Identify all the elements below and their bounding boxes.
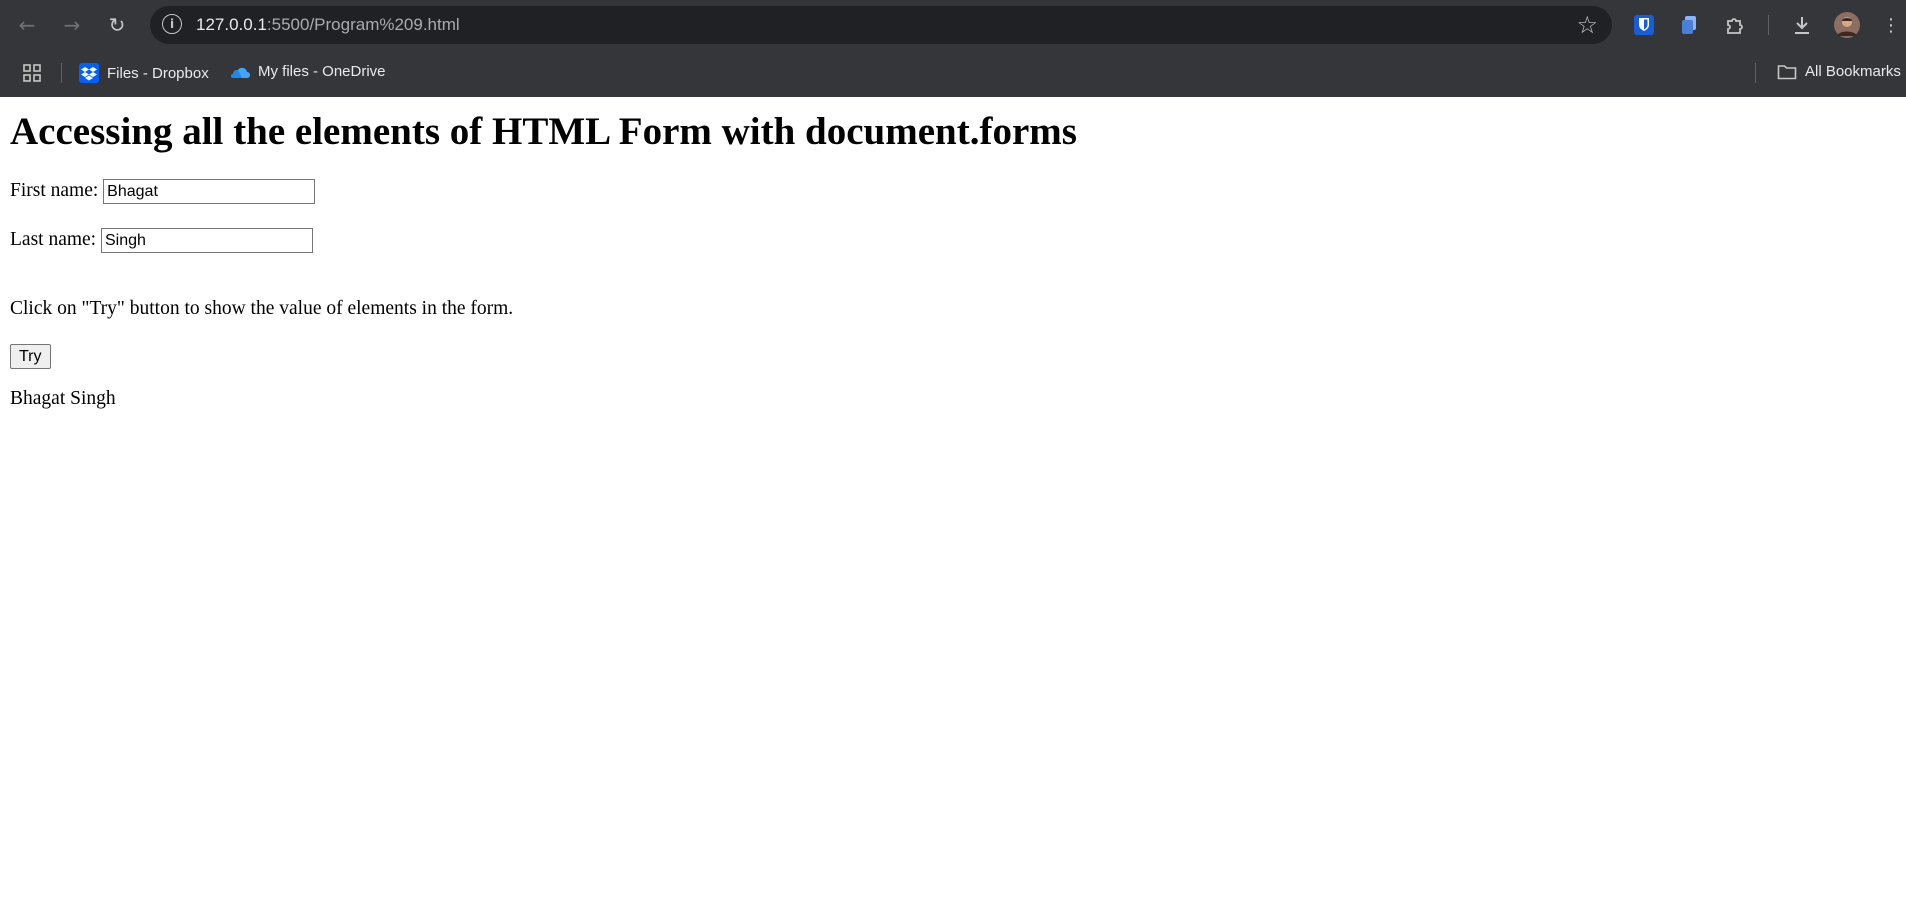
info-icon[interactable]: i xyxy=(162,14,182,34)
toolbar-divider xyxy=(1768,15,1769,35)
back-icon[interactable]: ← xyxy=(14,12,40,38)
instruction-text: Click on "Try" button to show the value … xyxy=(10,298,514,319)
last-name-row: Last name: xyxy=(10,228,313,253)
download-icon[interactable] xyxy=(1790,13,1814,37)
browser-chrome: ← → ↻ i 127.0.0.1:5500/Program%209.html … xyxy=(0,0,1906,97)
bookmark-onedrive[interactable]: My files - OneDrive xyxy=(228,63,386,80)
all-bookmarks-label: All Bookmarks xyxy=(1805,63,1901,80)
first-name-label: First name: xyxy=(10,179,99,201)
browser-toolbar: ← → ↻ i 127.0.0.1:5500/Program%209.html … xyxy=(0,0,1906,50)
first-name-input[interactable] xyxy=(103,179,316,204)
profile-avatar[interactable] xyxy=(1834,12,1860,38)
output-text: Bhagat Singh xyxy=(10,388,116,409)
dropbox-icon xyxy=(79,63,99,83)
more-menu-icon[interactable]: ⋮ xyxy=(1878,12,1904,38)
bookmark-dropbox[interactable]: Files - Dropbox xyxy=(79,63,209,83)
bookmarks-bar: Files - Dropbox My files - OneDrive All … xyxy=(0,50,1906,97)
first-name-row: First name: xyxy=(10,179,316,204)
onedrive-icon xyxy=(231,67,250,78)
address-bar[interactable]: i 127.0.0.1:5500/Program%209.html ☆ xyxy=(150,6,1612,44)
reload-icon[interactable]: ↻ xyxy=(104,12,130,38)
last-name-label: Last name: xyxy=(10,228,97,250)
apps-grid-icon[interactable] xyxy=(23,64,41,82)
copy-extension-icon[interactable] xyxy=(1677,13,1701,37)
bookmark-label: Files - Dropbox xyxy=(107,64,209,82)
bookmark-star-icon[interactable]: ☆ xyxy=(1576,11,1598,39)
url-text[interactable]: 127.0.0.1:5500/Program%209.html xyxy=(196,15,460,35)
url-path: :5500/Program%209.html xyxy=(266,15,460,34)
bitwarden-extension-icon[interactable] xyxy=(1632,13,1656,37)
folder-icon xyxy=(1777,64,1797,79)
forward-icon[interactable]: → xyxy=(59,12,85,38)
last-name-input[interactable] xyxy=(100,228,313,253)
bookmarks-divider xyxy=(61,63,62,83)
extensions-puzzle-icon[interactable] xyxy=(1723,13,1747,37)
page-title: Accessing all the elements of HTML Form … xyxy=(10,110,1077,153)
bookmarks-divider xyxy=(1755,63,1756,83)
bookmark-label: My files - OneDrive xyxy=(258,63,386,80)
try-button[interactable]: Try xyxy=(10,344,51,369)
all-bookmarks-button[interactable]: All Bookmarks xyxy=(1777,63,1901,80)
url-host: 127.0.0.1 xyxy=(196,15,267,34)
